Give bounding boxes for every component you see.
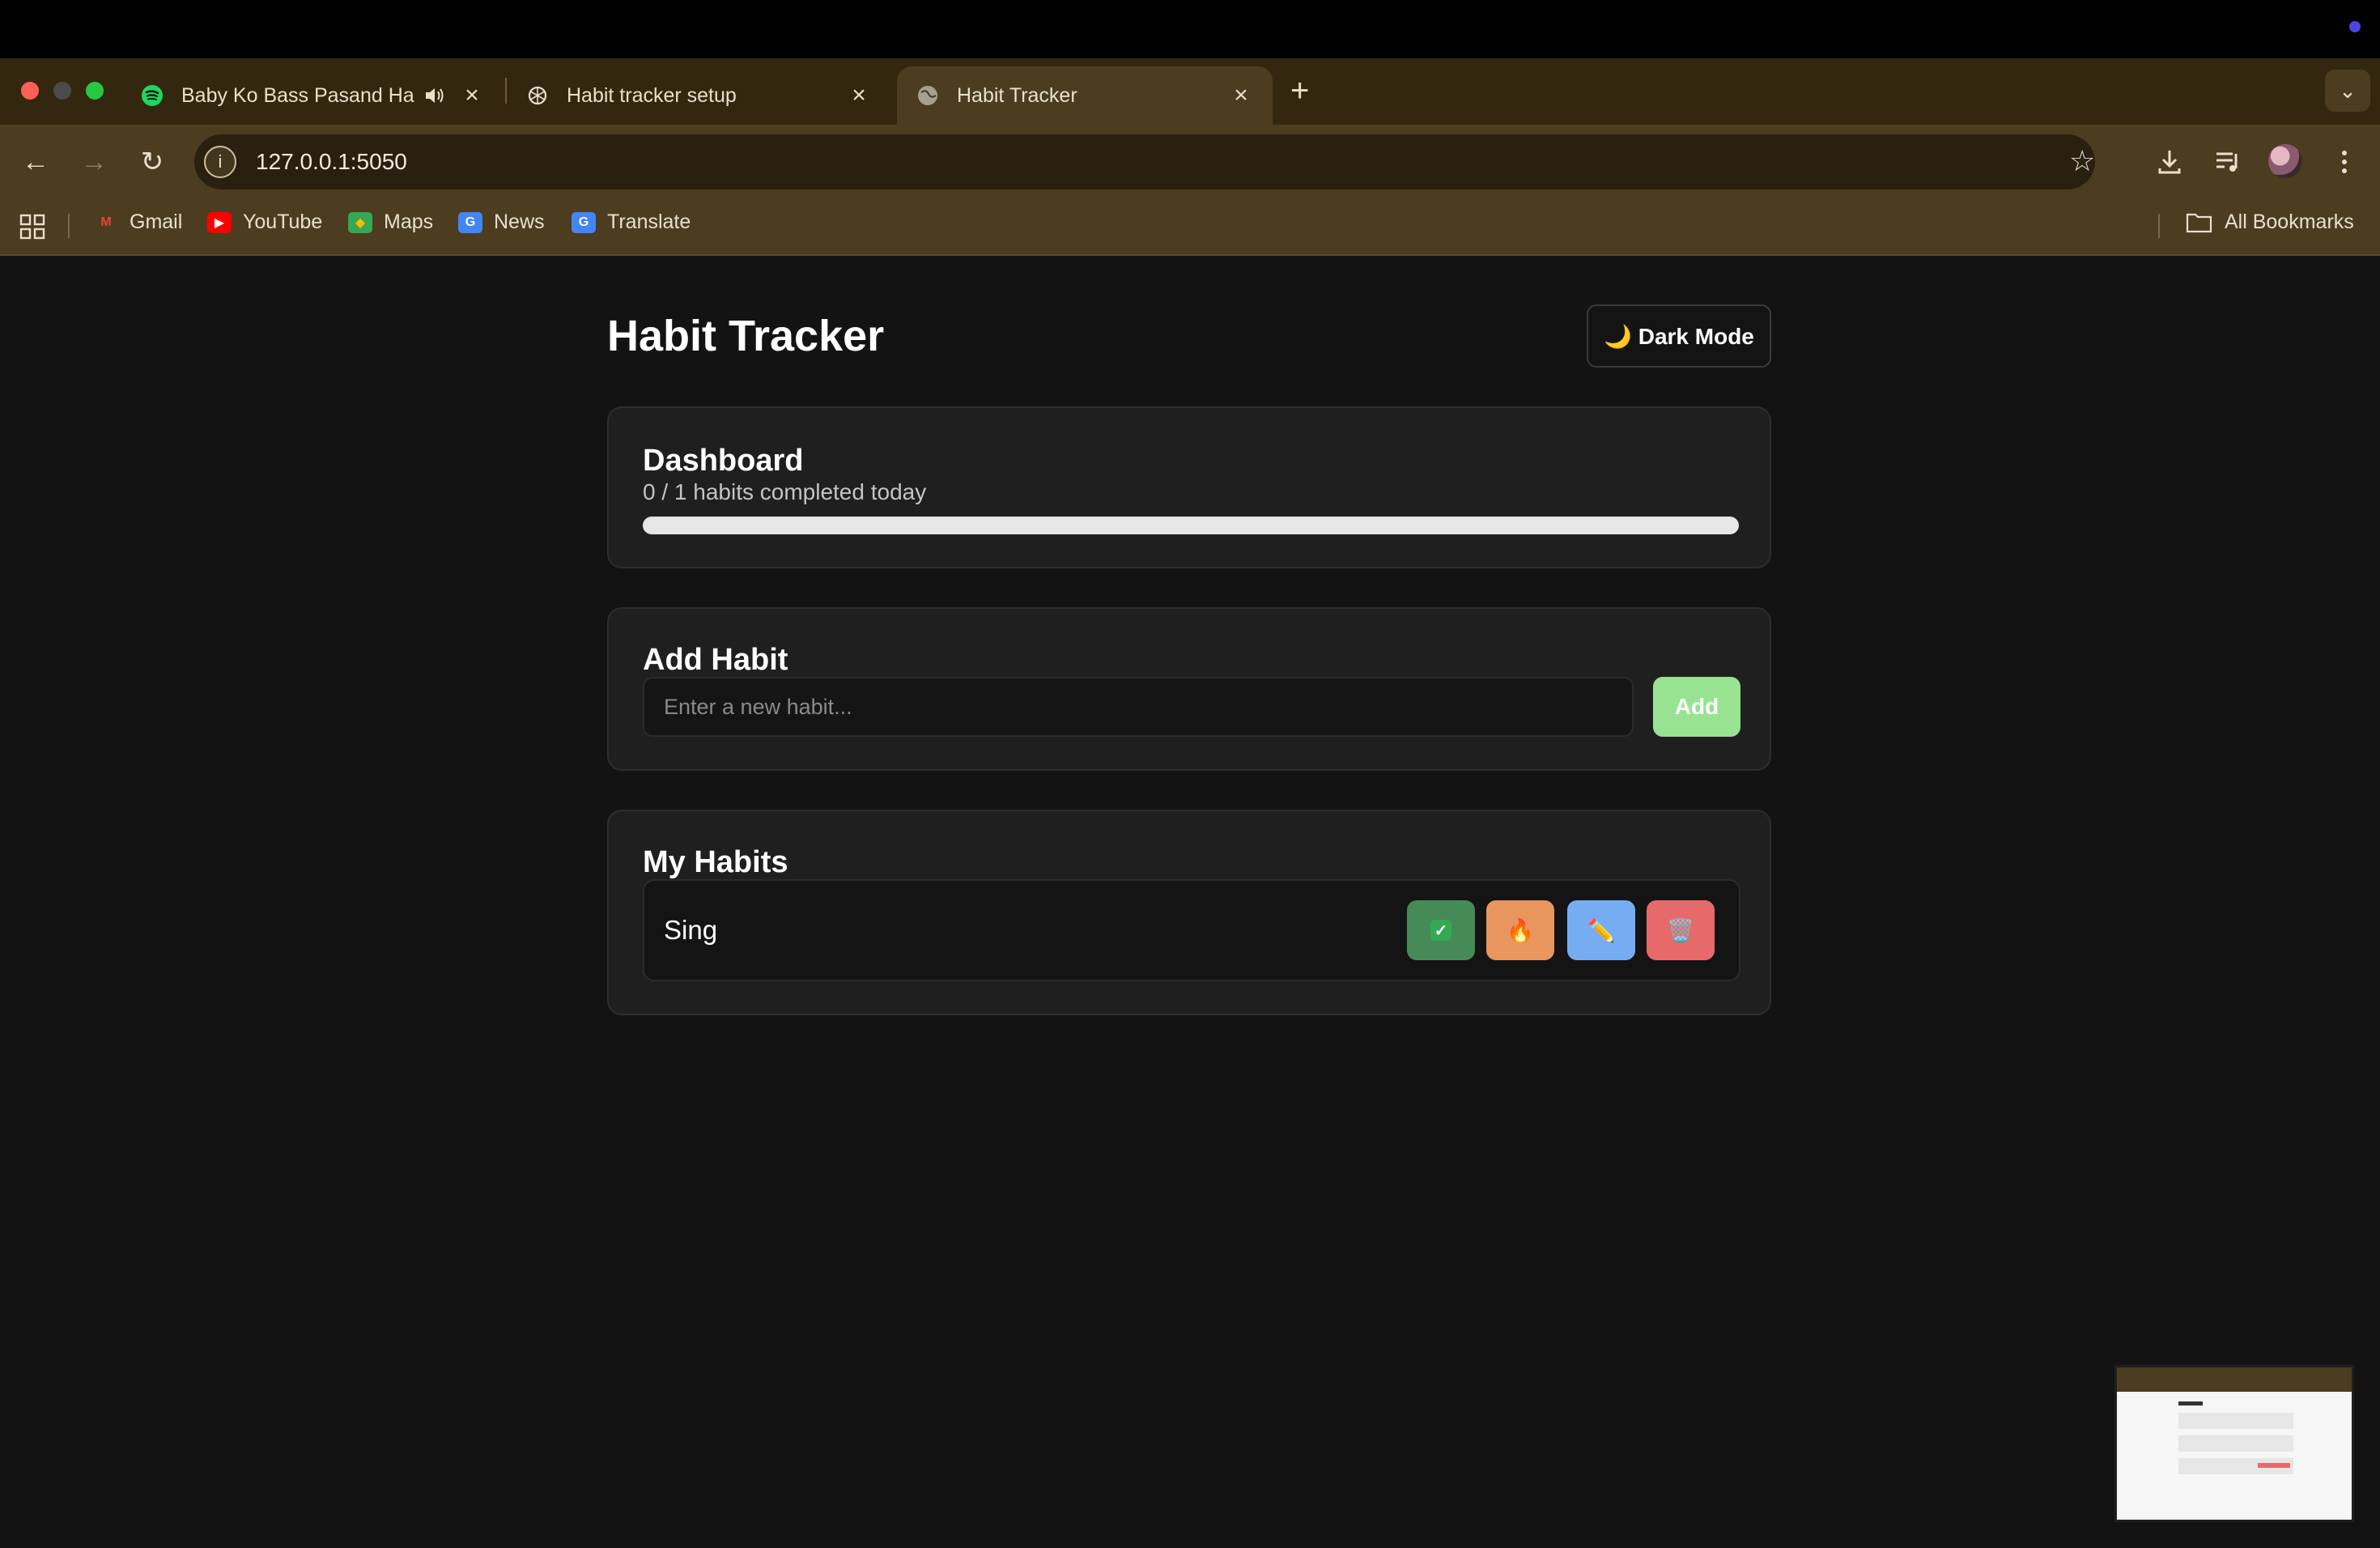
- complete-habit-button[interactable]: ✓: [1407, 900, 1475, 960]
- page-title: Habit Tracker: [607, 312, 885, 360]
- edit-habit-button[interactable]: ✏️: [1567, 900, 1635, 960]
- habit-row: Sing ✓ 🔥 ✏️ 🗑️: [643, 879, 1740, 981]
- dark-mode-label: 🌙 Dark Mode: [1604, 323, 1754, 349]
- close-tab-icon[interactable]: ×: [460, 82, 484, 109]
- news-icon: G: [458, 211, 482, 233]
- more-options-icon[interactable]: [2327, 144, 2362, 180]
- spotify-icon: [142, 85, 163, 106]
- my-habits-card: My Habits Sing ✓ 🔥 ✏️ 🗑️: [607, 810, 1771, 1015]
- youtube-icon: ▶: [207, 211, 232, 233]
- minimize-window-button[interactable]: [53, 82, 71, 100]
- apps-grid-icon[interactable]: [19, 214, 45, 240]
- tab-habit-tracker-setup[interactable]: Habit tracker setup ×: [507, 66, 890, 125]
- maps-icon: ◆: [348, 211, 372, 233]
- dashboard-card: Dashboard 0 / 1 habits completed today: [607, 406, 1771, 568]
- new-tab-button[interactable]: +: [1290, 73, 1309, 108]
- bookmark-label: News: [494, 211, 545, 233]
- close-tab-icon[interactable]: ×: [1229, 82, 1253, 109]
- bookmark-translate[interactable]: G Translate: [572, 211, 691, 234]
- tab-search-chevron-icon[interactable]: ⌄: [2325, 70, 2370, 112]
- check-mark-icon: ✓: [1430, 920, 1451, 941]
- bookmark-label: YouTube: [243, 211, 323, 233]
- tab-spotify[interactable]: Baby Ko Bass Pasand Hai ×: [121, 66, 504, 125]
- tab-title: Habit tracker setup: [567, 83, 737, 107]
- thumbnail-title: [2178, 1401, 2203, 1406]
- os-menu-bar: [0, 0, 2380, 58]
- close-tab-icon[interactable]: ×: [847, 82, 871, 109]
- bookmark-label: Gmail: [130, 211, 183, 233]
- openai-icon: [528, 86, 547, 105]
- bookmark-news[interactable]: G News: [458, 211, 545, 234]
- add-habit-button[interactable]: Add: [1653, 677, 1740, 737]
- bookmark-label: Maps: [384, 211, 434, 233]
- profile-avatar[interactable]: [2268, 144, 2302, 178]
- add-habit-title: Add Habit: [643, 643, 788, 677]
- media-control-icon[interactable]: [2210, 144, 2246, 180]
- bookmark-label: Translate: [607, 211, 691, 233]
- address-bar[interactable]: i 127.0.0.1:5050: [194, 134, 2095, 189]
- translate-icon: G: [572, 211, 596, 233]
- thumbnail-buttons: [2258, 1463, 2290, 1468]
- forward-arrow-icon[interactable]: →: [78, 146, 110, 178]
- bookmark-maps[interactable]: ◆ Maps: [348, 211, 433, 234]
- bookmark-divider: [68, 214, 70, 238]
- screenshot-preview-thumbnail[interactable]: [2114, 1365, 2354, 1522]
- tab-title: Habit Tracker: [957, 83, 1077, 107]
- trash-icon: 🗑️: [1666, 917, 1695, 943]
- bookmark-gmail[interactable]: M Gmail: [94, 211, 182, 234]
- new-habit-input[interactable]: [643, 677, 1634, 737]
- pencil-icon: ✏️: [1587, 917, 1616, 943]
- recording-indicator-icon: [2349, 21, 2361, 32]
- fire-icon: 🔥: [1506, 917, 1535, 943]
- close-window-button[interactable]: [21, 82, 39, 100]
- dashboard-title: Dashboard: [643, 444, 804, 478]
- tab-title: Baby Ko Bass Pasand Hai: [181, 83, 414, 107]
- tab-habit-tracker[interactable]: Habit Tracker ×: [897, 66, 1273, 125]
- bookmark-star-icon[interactable]: ☆: [2069, 144, 2095, 178]
- habit-name: Sing: [664, 915, 718, 945]
- thumbnail-browser-frame: [2117, 1367, 2352, 1392]
- my-habits-title: My Habits: [643, 845, 788, 879]
- all-bookmarks-label: All Bookmarks: [2225, 211, 2354, 233]
- site-info-icon[interactable]: i: [204, 146, 236, 178]
- thumbnail-card: [2178, 1435, 2293, 1452]
- delete-habit-button[interactable]: 🗑️: [1647, 900, 1715, 960]
- thumbnail-card: [2178, 1413, 2293, 1429]
- maximize-window-button[interactable]: [86, 82, 104, 100]
- audio-playing-icon[interactable]: [423, 84, 447, 107]
- all-bookmarks-button[interactable]: All Bookmarks: [2186, 211, 2354, 234]
- folder-icon: [2186, 213, 2212, 232]
- habits-completed-summary: 0 / 1 habits completed today: [643, 479, 927, 504]
- reload-icon[interactable]: ↻: [136, 146, 168, 178]
- dark-mode-toggle-button[interactable]: 🌙 Dark Mode: [1587, 304, 1771, 368]
- bookmark-divider: [2158, 214, 2160, 238]
- back-arrow-icon[interactable]: ←: [19, 146, 52, 178]
- url-text[interactable]: 127.0.0.1:5050: [256, 149, 407, 175]
- gmail-icon: M: [100, 215, 112, 229]
- globe-icon: [918, 86, 937, 105]
- streak-button[interactable]: 🔥: [1486, 900, 1554, 960]
- progress-bar: [643, 517, 1739, 534]
- add-habit-card: Add Habit Add: [607, 607, 1771, 771]
- bookmark-youtube[interactable]: ▶ YouTube: [207, 211, 322, 234]
- download-icon[interactable]: [2152, 144, 2187, 180]
